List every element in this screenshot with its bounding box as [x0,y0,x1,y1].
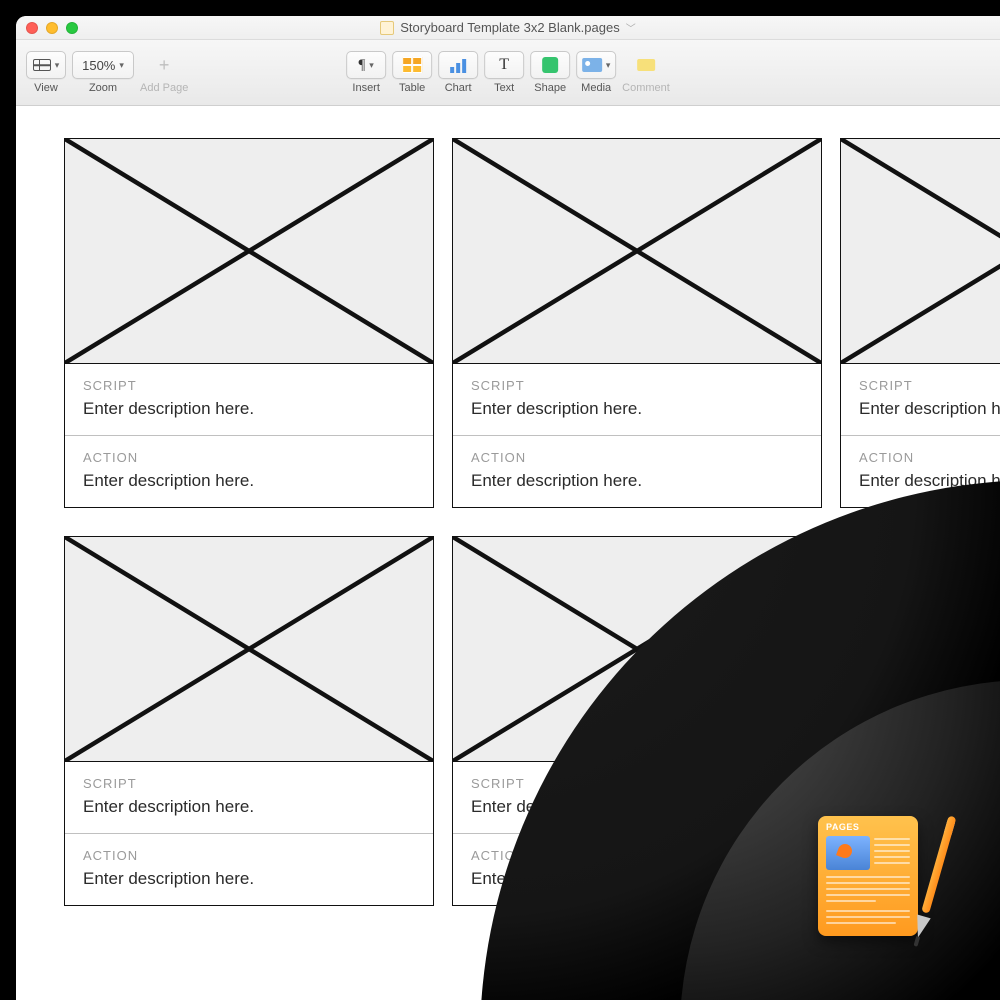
storyboard-frame[interactable]: SCRIPT Enter description here. ACTION En… [840,138,1000,508]
close-window-button[interactable] [26,22,38,34]
action-text[interactable]: Enter description here. [471,869,803,889]
script-heading: SCRIPT [471,378,803,393]
toolbar: ▾ View 150% ▾ Zoom + Add Page ¶ ▾ Insert [16,40,1000,106]
paragraph-icon: ¶ [358,57,365,74]
media-icon [582,58,602,72]
action-text[interactable]: Enter description here. [83,869,415,889]
frame-image-placeholder[interactable] [841,537,1000,762]
view-icon [33,59,51,71]
script-heading: SCRIPT [83,378,415,393]
insert-label: Insert [352,82,380,94]
chart-label: Chart [445,82,472,94]
script-section[interactable]: SCRIPT Enter description here. [453,762,821,834]
text-button[interactable]: T Text [484,51,524,94]
storyboard-frame[interactable]: SCRIPT Enter description here. ACTION En… [64,536,434,906]
script-section[interactable]: SCRIPT Enter description here. [841,364,1000,436]
action-section[interactable]: ACTION Enter description here. [453,436,821,507]
insert-button[interactable]: ¶ ▾ Insert [346,51,386,94]
shape-button[interactable]: Shape [530,51,570,94]
storyboard-page: SCRIPT Enter description here. ACTION En… [64,138,1000,906]
shape-label: Shape [534,82,566,94]
script-text[interactable]: Enter description here. [83,797,415,817]
app-icon-label: PAGES [826,822,859,832]
document-filename: Storyboard Template 3x2 Blank.pages [400,20,619,35]
script-section[interactable]: SCRIPT Enter description here. [65,364,433,436]
frame-image-placeholder[interactable] [453,537,821,762]
frame-image-placeholder[interactable] [65,139,433,364]
action-text[interactable]: Enter description here. [859,471,1000,491]
script-text[interactable]: Enter description here. [471,399,803,419]
chevron-down-icon: ▾ [55,60,60,71]
add-page-button[interactable]: + Add Page [140,51,188,94]
fullscreen-window-button[interactable] [66,22,78,34]
media-button[interactable]: ▾ Media [576,51,616,94]
action-heading: ACTION [471,450,803,465]
plus-icon: + [159,55,170,76]
frame-image-placeholder[interactable] [65,537,433,762]
script-text[interactable]: Enter description here. [83,399,415,419]
chevron-down-icon: ▾ [369,60,374,71]
pages-doc-icon [380,21,394,35]
storyboard-frame[interactable]: SCRIPT Enter description here. ACTION En… [452,536,822,906]
frame-image-placeholder[interactable] [453,139,821,364]
comment-button[interactable]: Comment [622,51,670,94]
action-heading: ACTION [83,848,415,863]
zoom-label: Zoom [89,82,117,94]
text-label: Text [494,82,514,94]
view-button[interactable]: ▾ View [26,51,66,94]
window-controls [26,22,78,34]
table-button[interactable]: Table [392,51,432,94]
document-title[interactable]: Storyboard Template 3x2 Blank.pages ﹀ [380,20,635,35]
action-section[interactable]: ACTION Enter description here. [65,436,433,507]
action-heading: ACTION [471,848,803,863]
chevron-down-icon: ▾ [119,60,124,71]
zoom-control[interactable]: 150% ▾ Zoom [72,51,134,94]
media-label: Media [581,82,611,94]
script-heading: SCRIPT [471,776,803,791]
table-icon [402,57,422,73]
script-heading: SCRIPT [859,378,1000,393]
shape-icon [542,57,558,73]
comment-icon [637,59,655,71]
script-text[interactable]: Enter description here. [471,797,803,817]
script-text[interactable]: Enter description here. [859,399,1000,419]
chevron-down-icon: ▾ [606,60,611,71]
frame-image-placeholder[interactable] [841,139,1000,364]
script-section[interactable]: SCRIPT Enter description here. [453,364,821,436]
zoom-value: 150% [82,58,115,73]
chart-button[interactable]: Chart [438,51,478,94]
action-text[interactable]: Enter description here. [83,471,415,491]
action-section[interactable]: ACTION Enter description here. [65,834,433,905]
add-page-label: Add Page [140,82,188,94]
chart-icon [450,57,466,73]
chevron-down-icon: ﹀ [626,20,636,35]
table-label: Table [399,82,425,94]
action-heading: ACTION [83,450,415,465]
titlebar: Storyboard Template 3x2 Blank.pages ﹀ [16,16,1000,40]
text-icon: T [499,56,509,74]
comment-label: Comment [622,82,670,94]
view-label: View [34,82,58,94]
storyboard-frame[interactable]: SCRIPT Enter description here. ACTION En… [64,138,434,508]
action-text[interactable]: Enter description here. [471,471,803,491]
script-section[interactable]: SCRIPT Enter description here. [65,762,433,834]
minimize-window-button[interactable] [46,22,58,34]
action-section[interactable]: ACTION Enter description here. [841,436,1000,507]
script-heading: SCRIPT [83,776,415,791]
storyboard-frame[interactable]: SCRIPT Enter description here. ACTION En… [452,138,822,508]
action-section[interactable]: ACTION Enter description here. [453,834,821,905]
script-heading: SCRIPT [859,776,1000,791]
pages-app-icon: PAGES [810,810,940,940]
action-heading: ACTION [859,450,1000,465]
